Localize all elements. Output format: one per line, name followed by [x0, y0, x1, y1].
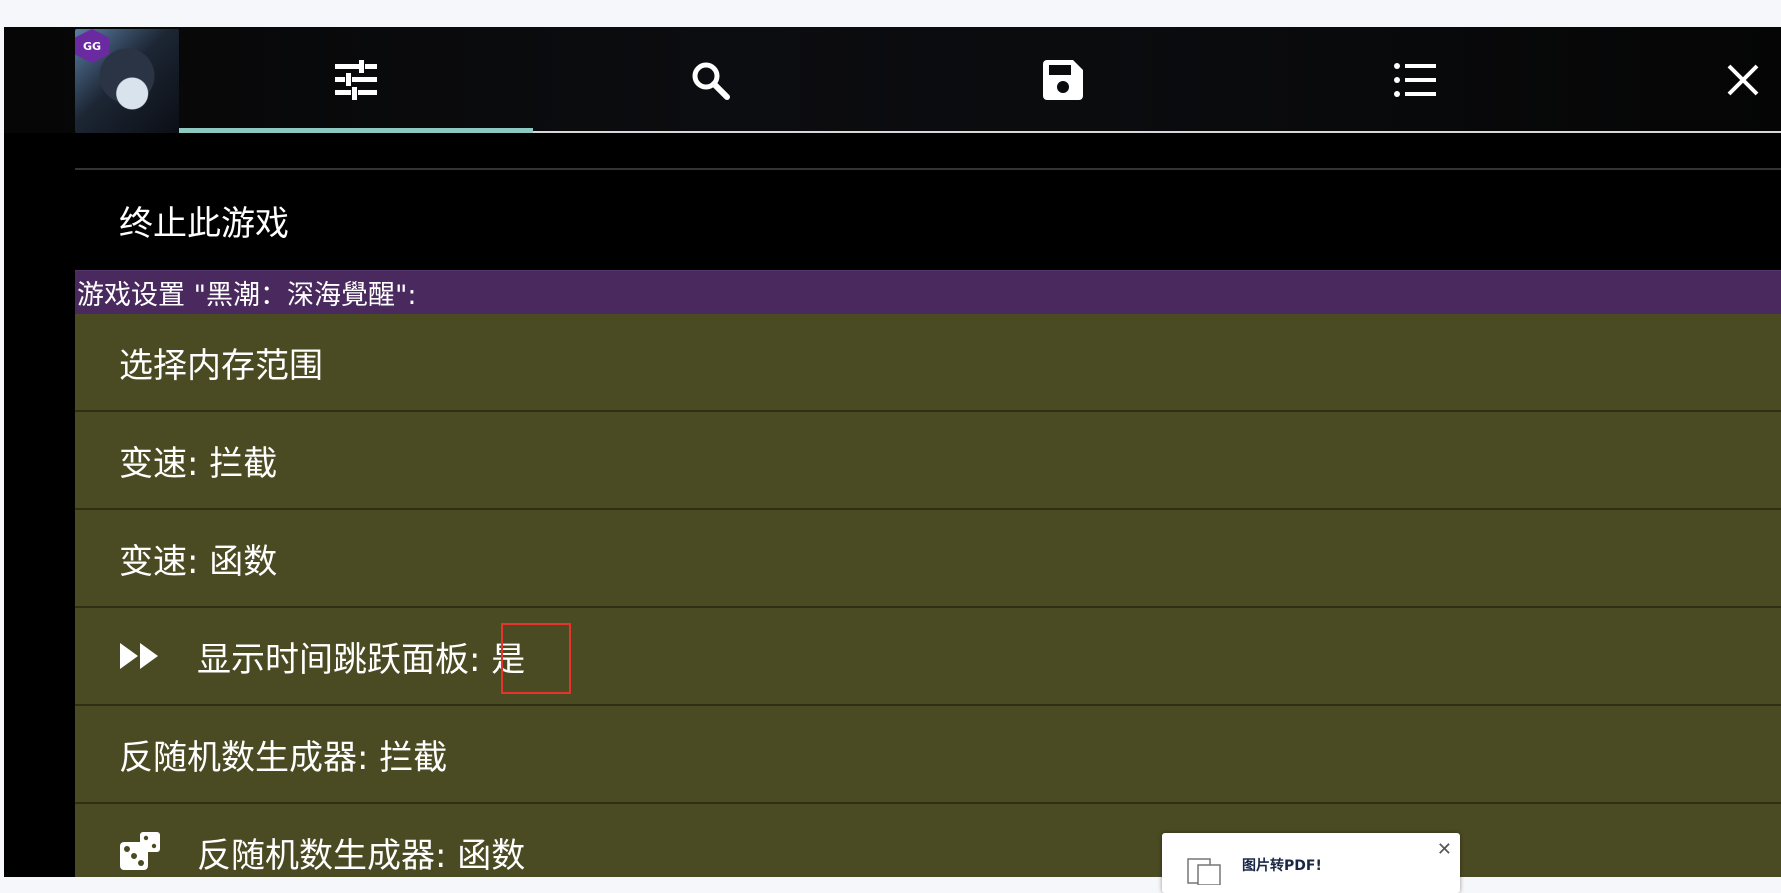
fast-forward-icon — [119, 635, 161, 677]
list-item-label: 反随机数生成器: 函数 — [197, 835, 526, 876]
tab-search[interactable] — [533, 27, 887, 133]
game-settings-header: 游戏设置 "黑潮：深海覺醒": — [75, 270, 1781, 314]
highlight-box — [501, 623, 571, 694]
toolbar: GG — [4, 27, 1781, 133]
terminate-game-label: 终止此游戏 — [119, 203, 289, 244]
terminate-game-item[interactable]: 终止此游戏 — [75, 170, 1781, 270]
image-to-pdf-popup[interactable]: 图片转PDF! ✕ — [1162, 833, 1460, 893]
close-icon[interactable]: ✕ — [1437, 839, 1452, 860]
close-icon — [1727, 64, 1759, 96]
speedhack-function-item[interactable]: 变速: 函数 — [75, 510, 1781, 608]
time-jump-panel-item[interactable]: 显示时间跳跃面板: 是 — [75, 608, 1781, 706]
sliders-icon — [335, 60, 377, 100]
document-icon — [1184, 855, 1224, 886]
speedhack-intercept-item[interactable]: 变速: 拦截 — [75, 412, 1781, 510]
memory-range-item[interactable]: 选择内存范围 — [75, 314, 1781, 412]
gg-badge: GG — [75, 29, 109, 63]
tab-settings[interactable] — [179, 27, 533, 133]
tab-saved[interactable] — [887, 27, 1239, 133]
list-item-label: 变速: 拦截 — [119, 443, 278, 484]
list-item-label: 显示时间跳跃面板 — [197, 639, 469, 680]
search-icon — [690, 60, 730, 100]
popup-title: 图片转PDF! — [1242, 858, 1322, 874]
save-icon — [1043, 60, 1083, 100]
section-header-label: 游戏设置 "黑潮：深海覺醒": — [77, 280, 417, 311]
list-item-label: 选择内存范围 — [119, 345, 323, 386]
dice-icon — [119, 831, 161, 873]
list-item-label: 变速: 函数 — [119, 541, 278, 582]
game-guardian-window: GG 终止此游戏 游戏设置 "黑潮：深海覺醒": 选择内存范围 变速: 拦截 变… — [4, 27, 1781, 877]
list-item-label: 反随机数生成器: 拦截 — [119, 737, 448, 778]
list-item-partial[interactable] — [75, 133, 1781, 170]
menu-list: 终止此游戏 游戏设置 "黑潮：深海覺醒": 选择内存范围 变速: 拦截 变速: … — [75, 133, 1781, 877]
anti-rng-intercept-item[interactable]: 反随机数生成器: 拦截 — [75, 706, 1781, 804]
list-icon — [1394, 62, 1436, 98]
app-avatar[interactable]: GG — [75, 29, 179, 133]
anti-rng-function-item[interactable]: 反随机数生成器: 函数 — [75, 804, 1781, 877]
close-button[interactable] — [1704, 27, 1781, 133]
tab-list[interactable] — [1239, 27, 1591, 133]
